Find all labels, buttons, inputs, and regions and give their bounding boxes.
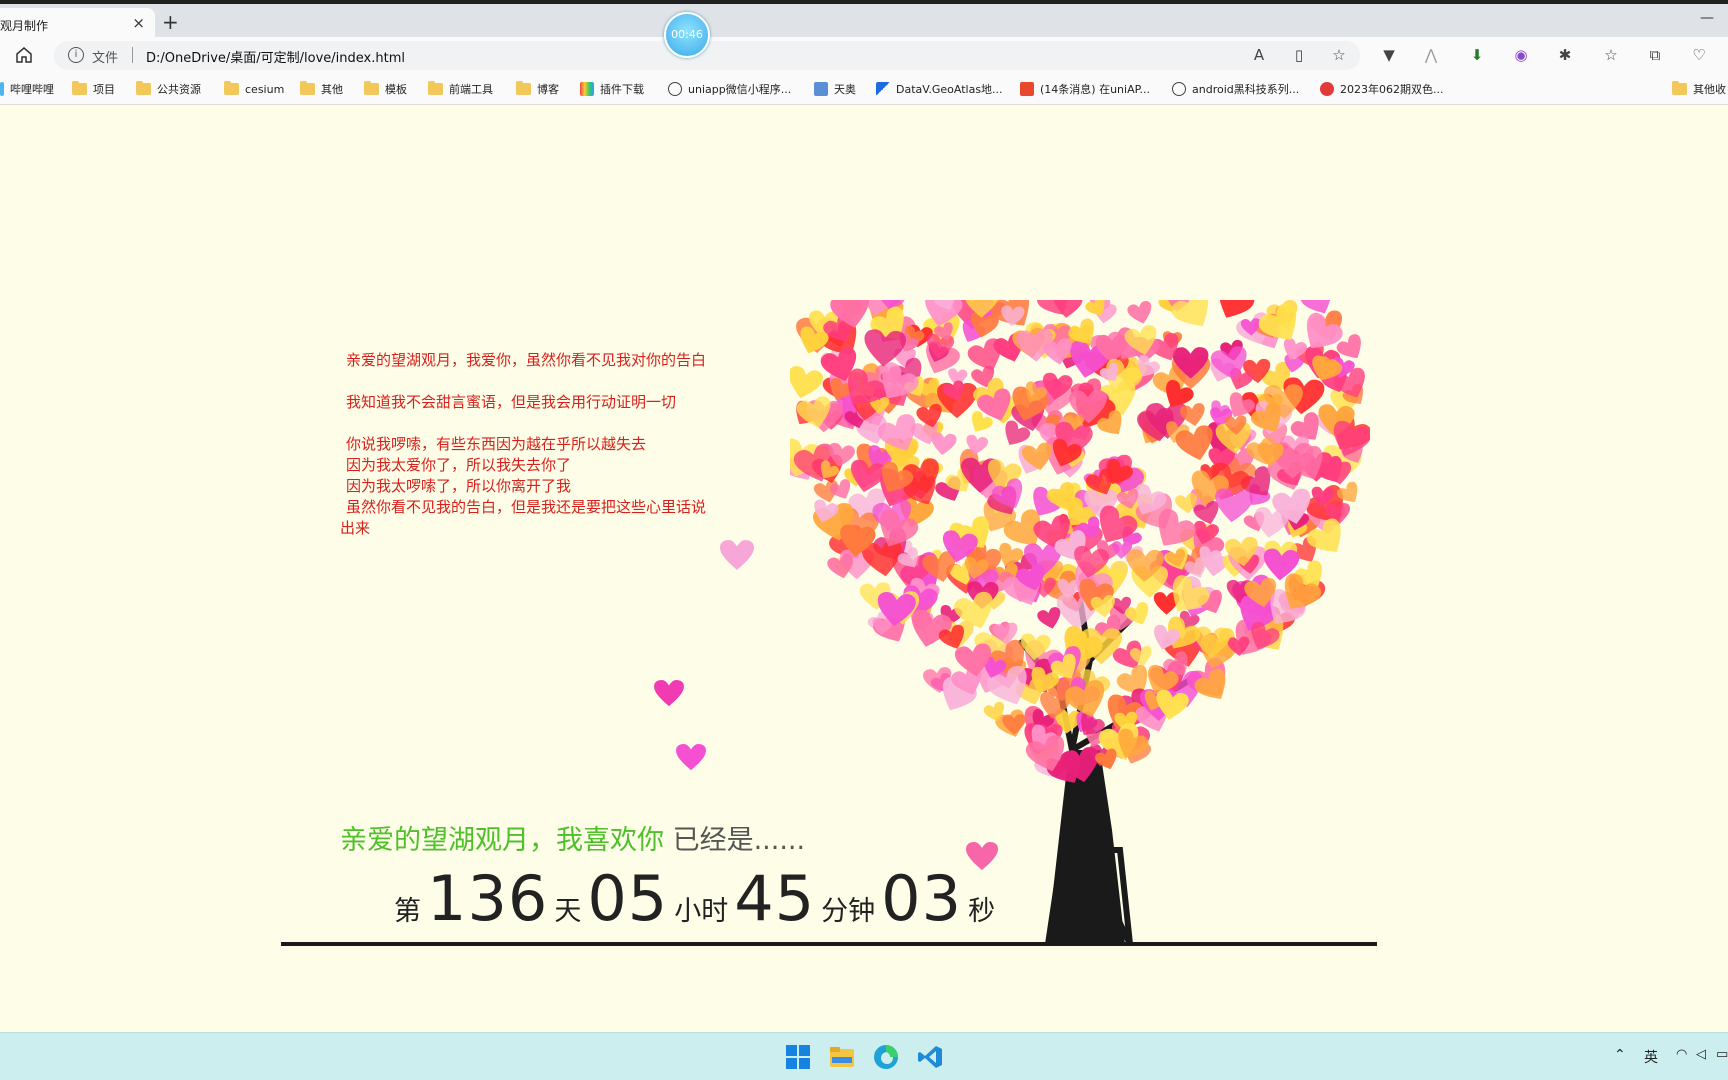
address-file-label: 文件 [92,51,119,66]
download-extension-icon[interactable]: ⬇ [1468,46,1486,64]
folder-icon [516,81,531,95]
home-icon[interactable] [14,45,34,65]
bookmark-item[interactable]: 项目 [72,81,115,97]
uniapp-icon [1172,82,1186,96]
bookmark-item[interactable]: cesium [224,81,284,97]
crown-heart [1171,300,1209,327]
battery-icon[interactable]: ▭ [1716,1047,1728,1062]
counter-days-unit: 天 [554,896,582,927]
love-title: 亲爱的望湖观月，我喜欢你 已经是...... [340,818,805,857]
close-tab-icon[interactable]: × [132,14,145,32]
new-tab-button[interactable]: + [162,10,179,34]
floating-heart-icon [654,680,684,707]
love-title-green: 亲爱的望湖观月，我喜欢你 [340,825,664,856]
counter-days: 136 [427,862,549,935]
counter-hours-unit: 小时 [674,896,729,927]
tab-bar: 观月制作 × + — [0,4,1728,41]
collections-icon[interactable]: ⧉ [1646,46,1664,64]
folder-icon [72,81,87,95]
bookmark-item[interactable]: (14条消息) 在uniAP... [1020,81,1150,97]
folder-icon [300,81,315,95]
info-icon[interactable]: i [68,47,84,63]
letter-line: 出来 [340,519,371,537]
tray-expand-icon[interactable]: ⌃ [1614,1047,1626,1063]
counter-seconds: 03 [881,862,963,935]
windows-start-icon[interactable] [784,1043,812,1071]
read-aloud-icon[interactable]: A [1250,46,1268,64]
address-divider [132,47,133,63]
bookmark-item[interactable]: 前端工具 [428,81,493,97]
counter-minutes-unit: 分钟 [821,896,876,927]
bookmark-item[interactable]: 插件下载 [580,81,644,97]
extension-v-icon[interactable]: ▼ [1380,46,1398,64]
split-screen-icon[interactable]: ▯ [1290,46,1308,64]
bookmark-item[interactable]: 其他 [300,81,343,97]
crown-heart [931,432,957,456]
letter-line: 因为我太啰嗦了，所以你离开了我 [346,477,572,495]
lottery-icon [1320,82,1334,96]
bookmark-item[interactable]: 哔哩哔哩 [0,81,54,97]
crown-heart [790,366,824,399]
minimize-button[interactable]: — [1700,10,1714,26]
love-counter: 第136 天05 小时45 分钟03 秒 [388,862,1001,935]
bookmark-item[interactable]: android黑科技系列... [1172,81,1299,97]
wifi-icon[interactable]: ◠ [1676,1047,1687,1062]
letter-line: 我知道我不会甜言蜜语，但是我会用行动证明一切 [346,393,677,411]
crown-heart [1127,301,1152,324]
folder-icon [428,81,443,95]
folder-icon [364,81,379,95]
bookmark-item[interactable]: uniapp微信小程序... [668,81,791,97]
colorful-extension-icon[interactable]: ◉ [1512,46,1530,64]
floating-heart-icon [720,540,754,570]
uniapp-icon [668,82,682,96]
rainbow-icon [580,82,594,96]
extension-a-icon[interactable]: ⋀ [1422,46,1440,64]
ime-indicator[interactable]: 英 [1644,1047,1658,1067]
vscode-icon[interactable] [916,1043,944,1071]
favorite-star-icon[interactable]: ☆ [1330,46,1348,64]
url-text[interactable]: D:/OneDrive/桌面/可定制/love/index.html [146,47,405,66]
ground-line [281,942,1377,946]
file-explorer-icon[interactable] [828,1043,856,1071]
favorites-icon[interactable]: ☆ [1602,46,1620,64]
folder-icon [224,81,239,95]
bookmark-item[interactable]: 模板 [364,81,407,97]
counter-minutes: 45 [734,862,816,935]
bookmark-item[interactable]: 天奥 [814,81,856,97]
bookmark-item[interactable]: 博客 [516,81,559,97]
recording-timer[interactable]: 00:46 [664,12,710,58]
bookmarks-bar: 哔哩哔哩 项目 公共资源 cesium 其他 模板 前端工具 博客 插件下载 u… [0,73,1728,105]
bookmark-item[interactable]: 公共资源 [136,81,201,97]
browser-toolbar: i 文件 D:/OneDrive/桌面/可定制/love/index.html … [0,37,1728,73]
bookmark-item[interactable]: 其他收 [1672,81,1726,97]
letter-line: 虽然你看不见我的告白，但是我还是要把这些心里话说 [346,498,707,516]
bookmark-item[interactable]: 2023年062期双色... [1320,81,1443,97]
extensions-puzzle-icon[interactable]: ✱ [1556,46,1574,64]
edge-browser-icon[interactable] [872,1043,900,1071]
love-title-gray: 已经是...... [672,825,806,856]
counter-prefix: 第 [394,896,421,927]
counter-hours: 05 [587,862,669,935]
folder-icon [1672,81,1687,95]
letter-line: 亲爱的望湖观月，我爱你，虽然你看不见我对你的告白 [346,351,707,369]
volume-icon[interactable]: ◁ [1696,1047,1706,1062]
letter-line: 因为我太爱你了，所以我失去你了 [346,456,572,474]
performance-icon[interactable]: ♡ [1690,46,1708,64]
bilibili-icon [0,82,4,96]
taskbar: ⌃ 英 ◠ ◁ ▭ [0,1032,1728,1080]
letter-line: 你说我啰嗦，有些东西因为越在乎所以越失去 [346,435,647,453]
csdn-icon [1020,82,1034,96]
heart-tree-crown [790,300,1370,783]
bookmark-item[interactable]: DataV.GeoAtlas地... [876,81,1003,97]
tab-title: 观月制作 [0,19,49,33]
datav-icon [876,82,890,96]
love-letter: 亲爱的望湖观月，我爱你，虽然你看不见我对你的告白 我知道我不会甜言蜜语，但是我会… [340,350,740,539]
floating-heart-icon [676,744,706,771]
tianao-icon [814,82,828,96]
counter-seconds-unit: 秒 [968,896,996,927]
folder-icon [136,81,151,95]
